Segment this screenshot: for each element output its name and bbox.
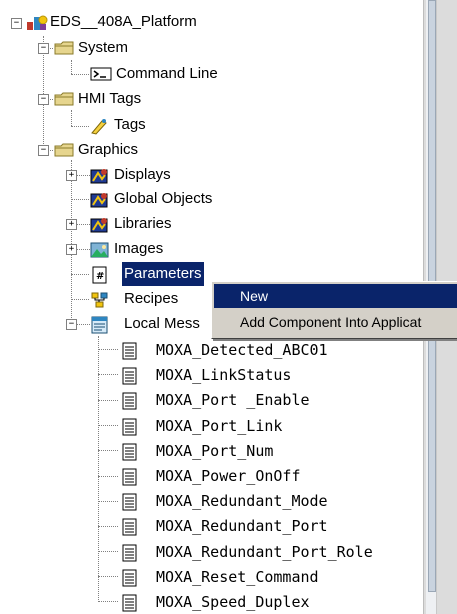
tree-line [71, 199, 89, 200]
tree-line [98, 450, 118, 451]
message-document-icon [120, 569, 138, 587]
tree-item-label: MOXA_Speed_Duplex [156, 593, 310, 611]
tree-item-label: Graphics [78, 141, 139, 158]
global-objects-icon [90, 191, 108, 208]
message-document-icon [120, 468, 138, 486]
tree-item-label: Parameters [122, 262, 204, 286]
message-document-icon [120, 544, 138, 562]
collapse-toggle[interactable]: − [66, 319, 77, 330]
message-document-icon [120, 342, 138, 360]
libraries-icon [90, 216, 108, 233]
parameters-icon: # [90, 266, 108, 284]
tree-item-label: Displays [114, 166, 171, 183]
collapse-toggle[interactable]: − [38, 145, 49, 156]
tree-line [71, 110, 72, 126]
tree-line [71, 274, 89, 275]
recipes-icon [90, 291, 108, 308]
tree-item-label: Tags [114, 116, 146, 133]
tree-line [76, 175, 90, 176]
tree-item-label: MOXA_Redundant_Port [156, 517, 328, 536]
tree-line [98, 501, 118, 502]
tree-item-label: MOXA_Port _Enable [156, 391, 310, 410]
message-document-icon [120, 443, 138, 461]
local-messages-icon [90, 316, 108, 334]
tags-icon [90, 117, 108, 135]
message-document-icon [120, 418, 138, 436]
tree-item-label: Local Mess [124, 315, 200, 332]
expand-toggle[interactable]: + [66, 170, 77, 181]
collapse-toggle[interactable]: − [38, 94, 49, 105]
tree-item-label: MOXA_Detected_ABC01 [156, 341, 328, 359]
message-document-icon [120, 367, 138, 385]
tree-line [71, 160, 72, 326]
tree-line [98, 551, 118, 552]
folder-icon [54, 142, 74, 158]
folder-icon [54, 91, 74, 107]
expand-toggle[interactable]: + [66, 244, 77, 255]
tree-item-label: Images [114, 240, 164, 257]
tree-line [71, 126, 89, 127]
message-document-icon [120, 493, 138, 511]
tree-line [98, 576, 118, 577]
tree-line [98, 476, 118, 477]
tree-item-label: MOXA_Port_Num [156, 441, 274, 460]
images-icon [90, 241, 109, 258]
tree-line [98, 336, 99, 602]
collapse-toggle[interactable]: − [11, 18, 22, 29]
project-icon [26, 14, 48, 30]
tree-item-label: MOXA_Port_Link [156, 416, 283, 435]
tree-line [76, 249, 90, 250]
expand-toggle[interactable]: + [66, 219, 77, 230]
tree-item-label: Libraries [114, 215, 172, 232]
tree-item-label: Global Objects [114, 190, 213, 207]
tree-item-label: Recipes [124, 290, 179, 307]
tree-line [71, 299, 89, 300]
tree-line [98, 601, 118, 602]
tree-item-label: MOXA_Redundant_Mode [156, 492, 328, 511]
context-menu: New Add Component Into Applicat [211, 281, 457, 339]
tree-line [71, 60, 72, 74]
tree-item-label: MOXA_Reset_Command [156, 567, 319, 586]
tree-line [76, 324, 90, 325]
message-document-icon [120, 392, 138, 410]
console-icon [90, 66, 112, 82]
message-document-icon [120, 594, 138, 612]
message-document-icon [120, 518, 138, 536]
tree-line [98, 400, 118, 401]
tree-item-label: MOXA_LinkStatus [156, 366, 292, 385]
tree-line [98, 425, 118, 426]
menu-item-new[interactable]: New [214, 284, 457, 308]
tree-item-label: HMI Tags [78, 90, 142, 107]
tree-item-label: EDS__408A_Platform [50, 13, 197, 30]
tree-line [98, 374, 118, 375]
menu-item-add-component[interactable]: Add Component Into Applicat [214, 310, 457, 334]
tree-line [71, 74, 89, 75]
tree-line [98, 526, 118, 527]
displays-icon [90, 167, 108, 184]
tree-line [98, 349, 118, 350]
collapse-toggle[interactable]: − [38, 43, 49, 54]
tree-item-label: MOXA_Redundant_Port_Role [156, 542, 373, 561]
folder-icon [54, 40, 74, 56]
tree-item-label: System [78, 39, 129, 56]
tree-item-label: MOXA_Power_OnOff [156, 467, 301, 485]
svg-text:#: # [96, 271, 104, 282]
tree-line [76, 224, 90, 225]
tree-item-label: Command Line [116, 65, 218, 82]
